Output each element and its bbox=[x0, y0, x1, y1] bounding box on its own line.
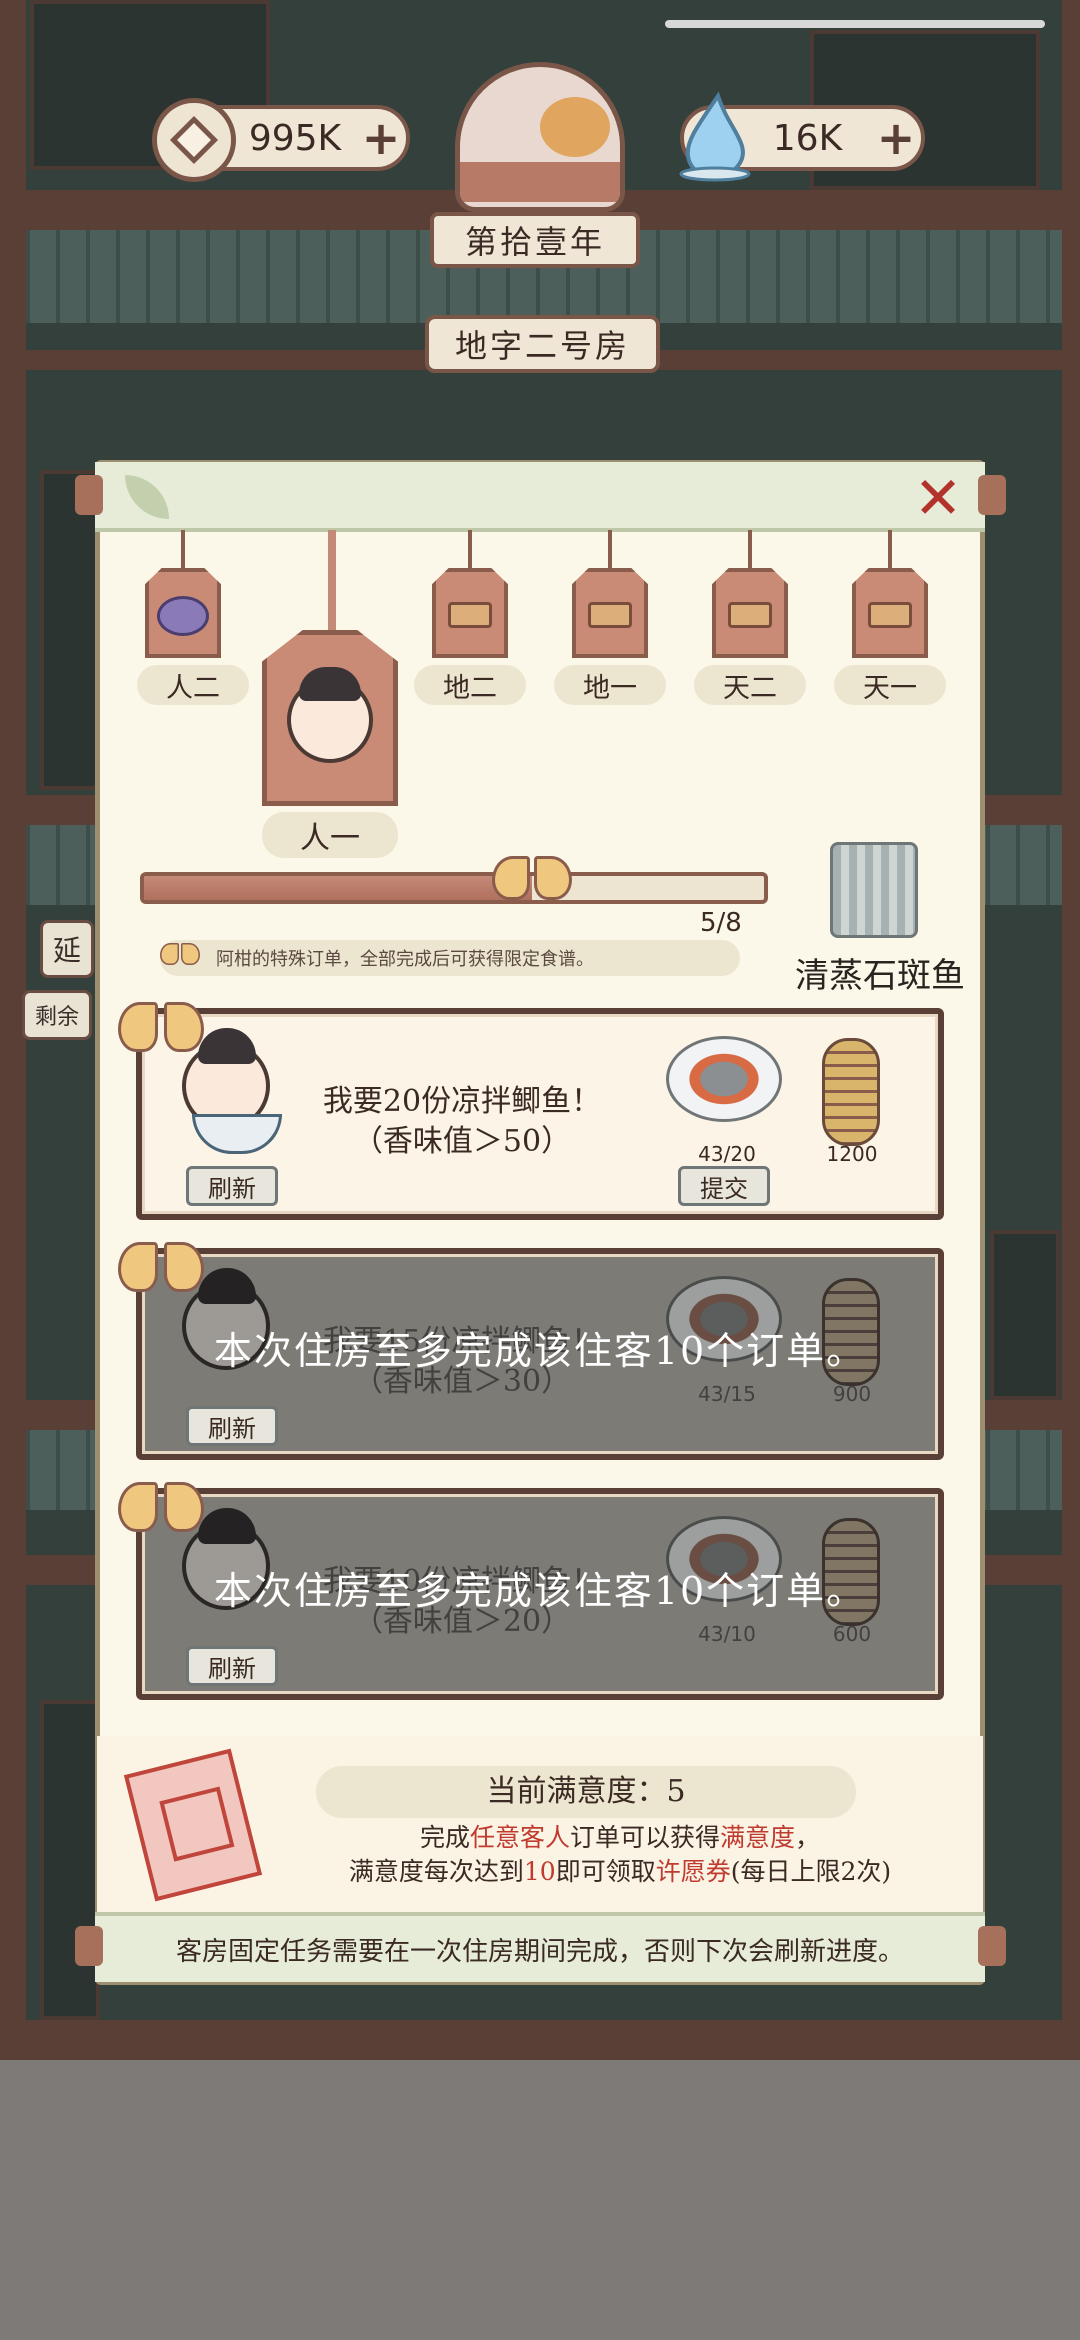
guest-avatar bbox=[287, 667, 373, 763]
guest-tag-ren-er[interactable] bbox=[145, 568, 221, 658]
panel-scroll-header bbox=[95, 462, 985, 532]
butterfly-icon bbox=[118, 1236, 204, 1312]
selected-guest-label: 人一 bbox=[262, 812, 398, 858]
order-limit-message: 本次住房至多完成该住客10个订单。 bbox=[213, 1329, 867, 1373]
order-card-locked: 我要15份凉拌鲫鱼！ （香味值＞30） 43/15 900 刷新 本次住房至多完… bbox=[136, 1248, 944, 1460]
guest-tag-tian-er[interactable] bbox=[712, 568, 788, 658]
coin-reward: 600 bbox=[832, 1622, 872, 1646]
guest-tag-label: 地二 bbox=[414, 665, 526, 705]
order-progress-bar bbox=[140, 872, 768, 904]
guest-tag-di-er[interactable] bbox=[432, 568, 508, 658]
guest-tag-label: 人二 bbox=[137, 665, 249, 705]
dish-count: 43/20 bbox=[698, 1142, 756, 1166]
coin-amount: 995K bbox=[248, 117, 342, 159]
close-icon[interactable]: ✕ bbox=[910, 469, 966, 527]
guest-tag-label: 地一 bbox=[554, 665, 666, 705]
special-order-hint: 阿柑的特殊订单，全部完成后可获得限定食谱。 bbox=[160, 940, 740, 976]
crucian-carp-dish-icon bbox=[666, 1036, 782, 1122]
guest-tag-label: 天一 bbox=[834, 665, 946, 705]
water-drop-icon bbox=[679, 91, 751, 182]
order-card: 我要20份凉拌鲫鱼！ （香味值＞50） 43/20 1200 刷新 提交 bbox=[136, 1008, 944, 1220]
dish-count: 43/15 bbox=[698, 1382, 756, 1406]
coin-string-icon bbox=[822, 1038, 880, 1146]
progress-fill bbox=[144, 876, 532, 900]
scroll-rod bbox=[978, 1926, 1006, 1966]
side-table bbox=[990, 1230, 1060, 1400]
refresh-button[interactable]: 刷新 bbox=[186, 1646, 278, 1686]
shelf bbox=[40, 470, 100, 790]
add-coins-icon[interactable]: + bbox=[356, 111, 406, 165]
bowl-icon bbox=[192, 1114, 282, 1154]
butterfly-icon bbox=[118, 996, 204, 1072]
scene-sign: 剩余 bbox=[22, 990, 93, 1040]
dish-count: 43/10 bbox=[698, 1622, 756, 1646]
year-label: 第拾壹年 bbox=[430, 212, 640, 268]
guest-tag-label: 天二 bbox=[694, 665, 806, 705]
recipe-scroll-icon[interactable] bbox=[830, 842, 918, 938]
shelf bbox=[40, 1700, 100, 2020]
scroll-rod bbox=[75, 1926, 103, 1966]
room-title: 地字二号房 bbox=[425, 315, 660, 373]
butterfly-icon bbox=[492, 850, 572, 920]
satisfaction-rule-1: 完成任意客人订单可以获得满意度， bbox=[419, 1823, 821, 1852]
order-limit-message: 本次住房至多完成该住客10个订单。 bbox=[213, 1569, 867, 1613]
satisfaction-rule-2: 满意度每次达到10即可领取许愿券(每日上限2次) bbox=[348, 1857, 892, 1886]
order-card-locked: 我要10份凉拌鲫鱼！ （香味值＞20） 43/10 600 刷新 本次住房至多完… bbox=[136, 1488, 944, 1700]
submit-button[interactable]: 提交 bbox=[678, 1166, 770, 1206]
gem-amount: 16K bbox=[772, 117, 843, 159]
add-gems-icon[interactable]: + bbox=[871, 111, 921, 165]
scroll-rod bbox=[75, 475, 103, 515]
coin-icon bbox=[152, 98, 236, 182]
guest-tag-ren-yi-selected[interactable] bbox=[262, 630, 398, 806]
coin-reward: 1200 bbox=[826, 1142, 878, 1166]
butterfly-icon bbox=[118, 1476, 204, 1552]
progress-count: 5/8 bbox=[700, 908, 742, 938]
refresh-button[interactable]: 刷新 bbox=[186, 1406, 278, 1446]
reward-recipe-name: 清蒸石斑鱼 bbox=[795, 956, 965, 996]
home-indicator bbox=[665, 20, 1045, 28]
scene-sign: 延 bbox=[40, 920, 95, 978]
refresh-button[interactable]: 刷新 bbox=[186, 1166, 278, 1206]
room-task-note: 客房固定任务需要在一次住房期间完成，否则下次会刷新进度。 bbox=[95, 1912, 985, 1982]
guest-tag-di-yi[interactable] bbox=[572, 568, 648, 658]
guest-tag-tian-yi[interactable] bbox=[852, 568, 928, 658]
order-request: 我要20份凉拌鲫鱼！ （香味值＞50） bbox=[322, 1084, 602, 1159]
satisfaction-title: 当前满意度：5 bbox=[316, 1766, 856, 1818]
butterfly-icon bbox=[160, 940, 200, 975]
scroll-rod bbox=[978, 475, 1006, 515]
coin-reward: 900 bbox=[832, 1382, 872, 1406]
